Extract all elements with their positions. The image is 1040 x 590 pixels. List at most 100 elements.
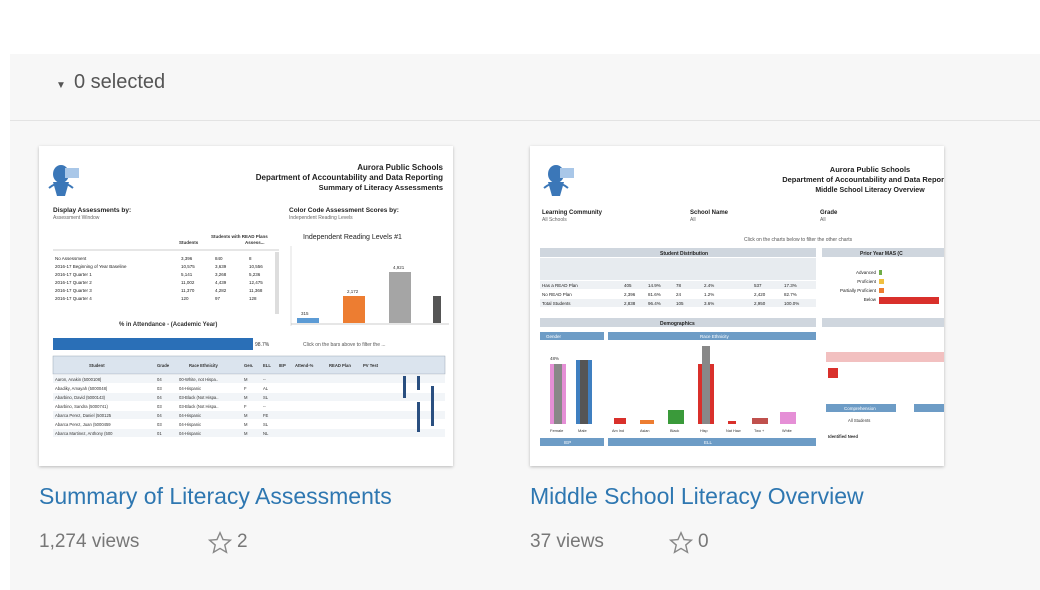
svg-text:11,370: 11,370: [181, 288, 195, 293]
svg-text:F: F: [244, 386, 247, 391]
svg-text:04: 04: [157, 413, 162, 418]
svg-text:M: M: [244, 431, 248, 436]
svg-text:3,396: 3,396: [181, 256, 193, 261]
svg-text:All: All: [820, 217, 826, 223]
svg-text:5,141: 5,141: [181, 272, 193, 277]
svg-text:Students with READ Plans: Students with READ Plans: [211, 234, 268, 239]
svg-text:Hisp: Hisp: [700, 429, 708, 433]
svg-text:All: All: [690, 217, 696, 223]
svg-text:Below: Below: [864, 297, 877, 302]
svg-text:Comprehension: Comprehension: [844, 406, 876, 411]
svg-text:IEP: IEP: [564, 440, 571, 445]
star-icon[interactable]: [207, 530, 233, 556]
distribution-table: Student Distribution Has a READ Plan 405 1…: [540, 248, 816, 307]
view-count: 37 views: [530, 531, 604, 552]
svg-text:04-Hispanic: 04-Hispanic: [179, 413, 201, 418]
svg-text:2,396: 2,396: [624, 292, 636, 297]
svg-text:78: 78: [676, 283, 682, 288]
svg-text:120: 120: [181, 296, 189, 301]
svg-text:2,172: 2,172: [347, 289, 359, 294]
svg-text:Abarbino, David (5000143): Abarbino, David (5000143): [55, 395, 106, 400]
svg-text:IEP: IEP: [279, 363, 286, 368]
svg-text:All Schools: All Schools: [542, 217, 567, 223]
svg-text:Abarbino, Sandra (5000741): Abarbino, Sandra (5000741): [55, 404, 108, 409]
svg-text:NL: NL: [263, 431, 269, 436]
gender-chart[interactable]: 48% Female Male: [550, 356, 592, 433]
student-table: Student Grade Race Ethnicity Gen. ELL IE…: [52, 355, 446, 466]
thumb-left-sub: Assessment Window: [53, 215, 100, 221]
svg-text:No Assessment: No Assessment: [55, 256, 87, 261]
svg-text:14.9%: 14.9%: [648, 283, 661, 288]
svg-text:10,575: 10,575: [181, 264, 195, 269]
svg-text:48%: 48%: [550, 356, 559, 361]
thumb-dept: Department of Accountability and Data Re…: [256, 173, 443, 182]
caret-down-icon[interactable]: ▼: [56, 80, 66, 91]
svg-text:405: 405: [624, 283, 632, 288]
svg-text:Click on the charts below to f: Click on the charts below to filter the …: [744, 237, 853, 243]
svg-text:Demographics: Demographics: [660, 321, 695, 327]
svg-text:Partially Proficient: Partially Proficient: [840, 288, 877, 293]
svg-text:Prior Year MAS (C: Prior Year MAS (C: [860, 251, 903, 257]
svg-text:03: 03: [157, 404, 162, 409]
thumb-org: Aurora Public Schools: [357, 163, 443, 172]
chart-bar[interactable]: [343, 296, 365, 323]
svg-text:Am Ind: Am Ind: [612, 429, 624, 433]
race-chart[interactable]: Am Ind Asian Black Hisp Nat Haw Two + Wh…: [612, 346, 796, 433]
svg-text:ELL: ELL: [263, 363, 271, 368]
svg-text:04-Hispanic: 04-Hispanic: [179, 386, 201, 391]
svg-text:24: 24: [676, 292, 682, 297]
svg-text:Aaron, Anakin (5000108): Aaron, Anakin (5000108): [55, 377, 102, 382]
chart-bar[interactable]: [297, 318, 319, 323]
svg-text:12,475: 12,475: [249, 280, 263, 285]
chart-bar[interactable]: [433, 296, 441, 323]
svg-text:3.6%: 3.6%: [704, 301, 714, 306]
attendance-bar[interactable]: [53, 338, 253, 350]
selection-count[interactable]: 0 selected: [74, 71, 165, 94]
svg-text:White: White: [782, 429, 792, 433]
workbook-thumbnail[interactable]: Aurora Public Schools Department of Acco…: [39, 146, 453, 466]
svg-text:Race Ethnicity: Race Ethnicity: [700, 334, 730, 339]
svg-text:04: 04: [157, 377, 162, 382]
svg-text:READ Plan: READ Plan: [329, 363, 351, 368]
thumb-left-label: Display Assessments by:: [53, 207, 131, 214]
svg-text:Race Ethnicity: Race Ethnicity: [189, 363, 219, 368]
thumb-org: Aurora Public Schools: [830, 165, 910, 174]
svg-text:Abarca Perez, Daniel (500125: Abarca Perez, Daniel (500125: [55, 413, 112, 418]
workbook-title[interactable]: Middle School Literacy Overview: [530, 483, 864, 510]
svg-text:M: M: [244, 422, 248, 427]
svg-text:FE: FE: [263, 413, 269, 418]
svg-text:Female: Female: [550, 428, 564, 433]
svg-text:98.7%: 98.7%: [255, 342, 270, 348]
svg-text:F: F: [244, 404, 247, 409]
svg-text:PV Test: PV Test: [363, 363, 379, 368]
svg-text:Abarca Martinez, Anthony (500: Abarca Martinez, Anthony (500: [55, 431, 113, 436]
favorite-count: 2: [237, 531, 248, 552]
svg-text:School Name: School Name: [690, 210, 729, 216]
svg-text:Abadiky, Amayah (5000048): Abadiky, Amayah (5000048): [55, 386, 108, 391]
svg-text:2,950: 2,950: [754, 301, 766, 306]
workbook-title[interactable]: Summary of Literacy Assessments: [39, 483, 392, 510]
svg-text:M: M: [244, 377, 248, 382]
svg-text:97: 97: [215, 296, 221, 301]
favorite-count: 0: [698, 531, 709, 552]
svg-text:01: 01: [157, 431, 162, 436]
svg-text:10,556: 10,556: [249, 264, 263, 269]
svg-text:100.0%: 100.0%: [784, 301, 799, 306]
svg-text:2016-17 Quarter 1: 2016-17 Quarter 1: [55, 272, 92, 277]
selection-bar: ▼ 0 selected: [10, 54, 1040, 121]
thumb-dept: Department of Accountability and Data Re…: [782, 175, 944, 184]
svg-text:2016-17 Beginning of Year Base: 2016-17 Beginning of Year Baseline: [55, 264, 127, 269]
svg-text:Student Distribution: Student Distribution: [660, 251, 708, 257]
workbook-thumbnail[interactable]: Aurora Public Schools Department of Acco…: [530, 146, 944, 466]
svg-text:81.6%: 81.6%: [648, 292, 661, 297]
thumb-chart-title: Independent Reading Levels #1: [303, 234, 402, 241]
star-icon[interactable]: [668, 530, 694, 556]
svg-text:Identified Need: Identified Need: [828, 434, 858, 439]
svg-text:4,439: 4,439: [215, 280, 227, 285]
svg-text:Two +: Two +: [754, 429, 765, 433]
svg-text:AL: AL: [263, 386, 269, 391]
svg-text:SL: SL: [263, 395, 269, 400]
chart-bar[interactable]: [389, 272, 411, 323]
svg-text:Nat Haw: Nat Haw: [726, 429, 741, 433]
svg-text:03: 03: [157, 386, 162, 391]
